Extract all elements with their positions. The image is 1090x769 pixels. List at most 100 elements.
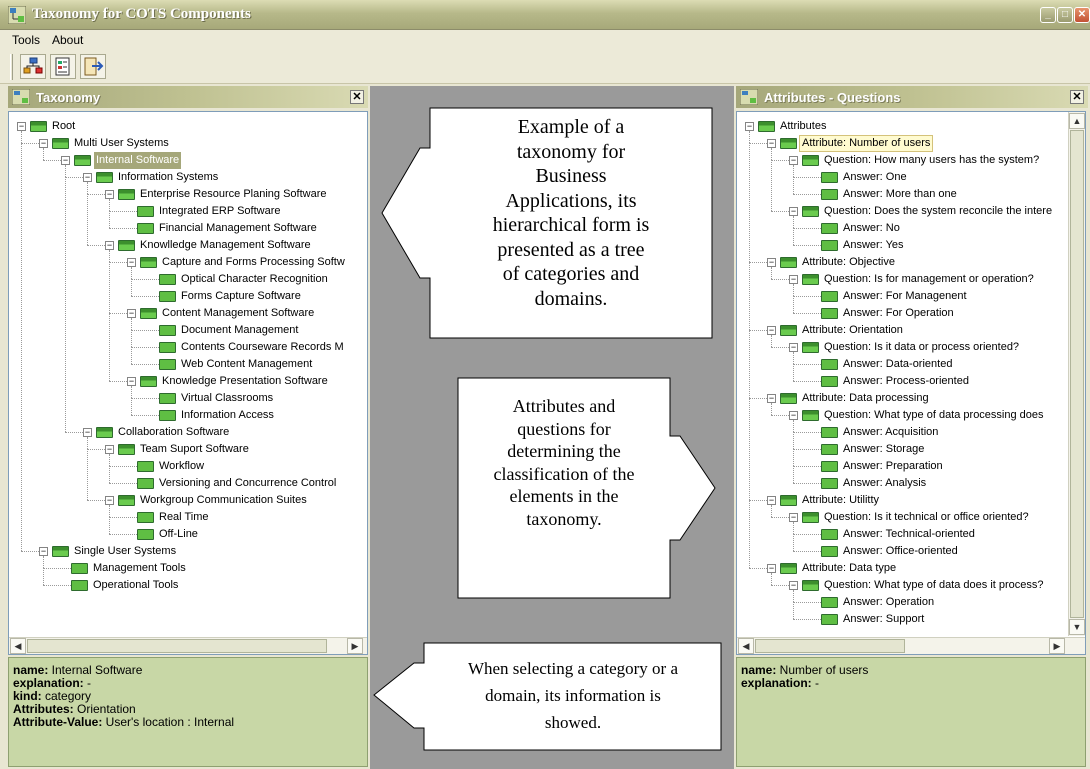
scroll-left-icon[interactable]: ◀	[738, 638, 754, 654]
tree-node-leaf[interactable]: Answer: More than one	[737, 186, 1067, 203]
collapse-icon[interactable]: −	[767, 564, 776, 573]
toolbar-grip[interactable]	[10, 54, 13, 80]
tree-node-label[interactable]: Internal Software	[94, 152, 182, 169]
tree-node-folder[interactable]: − Attribute: Orientation	[737, 322, 1067, 339]
close-button[interactable]: ✕	[1074, 7, 1090, 23]
tree-node-leaf[interactable]: Forms Capture Software	[9, 288, 367, 305]
tree-node-label[interactable]: Knowlledge Management Software	[140, 237, 311, 254]
tree-node-leaf[interactable]: Virtual Classrooms	[9, 390, 367, 407]
tree-node-label[interactable]: Team Suport Software	[140, 441, 249, 458]
scroll-right-icon[interactable]: ▶	[1049, 638, 1065, 654]
tree-node-label[interactable]: Answer: One	[843, 169, 907, 186]
tree-node-folder[interactable]: − Capture and Forms Processing Softw	[9, 254, 367, 271]
tree-node-label[interactable]: Answer: Preparation	[843, 458, 943, 475]
tree-node-leaf[interactable]: Answer: No	[737, 220, 1067, 237]
tree-node-label[interactable]: Answer: Yes	[843, 237, 904, 254]
tree-node-label[interactable]: Enterprise Resource Planing Software	[140, 186, 326, 203]
tree-node-label[interactable]: Web Content Management	[181, 356, 312, 373]
collapse-icon[interactable]: −	[127, 258, 136, 267]
tree-node-folder[interactable]: − Attribute: Number of users	[737, 135, 1067, 152]
tree-node-label[interactable]: Off-Line	[159, 526, 198, 543]
tree-node-label[interactable]: Question: What type of data does it proc…	[824, 577, 1044, 594]
tree-node-label[interactable]: Capture and Forms Processing Softw	[162, 254, 345, 271]
tree-node-leaf[interactable]: Answer: Preparation	[737, 458, 1067, 475]
minimize-button[interactable]: _	[1040, 7, 1056, 23]
menu-tools[interactable]: Tools	[12, 33, 40, 47]
tree-node-leaf[interactable]: Contents Courseware Records M	[9, 339, 367, 356]
tree-node-leaf[interactable]: Information Access	[9, 407, 367, 424]
tree-node-label[interactable]: Attribute: Data processing	[802, 390, 929, 407]
tree-node-leaf[interactable]: Web Content Management	[9, 356, 367, 373]
tree-node-label[interactable]: Information Systems	[118, 169, 218, 186]
tree-node-label[interactable]: Root	[52, 118, 75, 135]
collapse-icon[interactable]: −	[767, 394, 776, 403]
tree-node-leaf[interactable]: Answer: Data-oriented	[737, 356, 1067, 373]
tree-node-label[interactable]: Document Management	[181, 322, 298, 339]
tree-node-label[interactable]: Answer: Data-oriented	[843, 356, 952, 373]
tree-node-label[interactable]: Knowledge Presentation Software	[162, 373, 328, 390]
tree-node-label[interactable]: Attribute: Utilitty	[802, 492, 879, 509]
exit-button[interactable]	[80, 54, 106, 79]
tree-node-label[interactable]: Virtual Classrooms	[181, 390, 273, 407]
tree-node-label[interactable]: Answer: More than one	[843, 186, 957, 203]
collapse-icon[interactable]: −	[105, 496, 114, 505]
tree-node-label[interactable]: Attribute: Objective	[802, 254, 895, 271]
tree-node-label[interactable]: Multi User Systems	[74, 135, 169, 152]
collapse-icon[interactable]: −	[39, 139, 48, 148]
tree-node-folder[interactable]: − Attribute: Data type	[737, 560, 1067, 577]
tree-node-label[interactable]: Answer: Office-oriented	[843, 543, 958, 560]
collapse-icon[interactable]: −	[767, 326, 776, 335]
title-bar[interactable]: Taxonomy for COTS Components _ □ ✕	[0, 0, 1090, 30]
tree-node-folder[interactable]: − Multi User Systems	[9, 135, 367, 152]
tree-node-leaf[interactable]: Answer: One	[737, 169, 1067, 186]
tree-node-label[interactable]: Answer: No	[843, 220, 900, 237]
tree-node-folder[interactable]: − Workgroup Communication Suites	[9, 492, 367, 509]
tree-node-label[interactable]: Answer: Operation	[843, 594, 934, 611]
tree-node-label[interactable]: Answer: Technical-oriented	[843, 526, 975, 543]
taxonomy-tree-horizontal-scrollbar[interactable]: ◀ ▶	[9, 637, 367, 654]
tree-node-label[interactable]: Answer: Acquisition	[843, 424, 938, 441]
tree-node-folder[interactable]: − Attributes	[737, 118, 1067, 135]
attributes-tree-horizontal-scrollbar[interactable]: ◀ ▶	[737, 637, 1085, 654]
collapse-icon[interactable]: −	[105, 445, 114, 454]
tree-node-leaf[interactable]: Financial Management Software	[9, 220, 367, 237]
tree-node-label[interactable]: Workgroup Communication Suites	[140, 492, 307, 509]
tree-node-leaf[interactable]: Answer: Support	[737, 611, 1067, 628]
tree-node-label[interactable]: Operational Tools	[93, 577, 178, 594]
maximize-button[interactable]: □	[1057, 7, 1073, 23]
collapse-icon[interactable]: −	[789, 275, 798, 284]
tree-node-folder[interactable]: − Enterprise Resource Planing Software	[9, 186, 367, 203]
collapse-icon[interactable]: −	[105, 190, 114, 199]
tree-node-label[interactable]: Real Time	[159, 509, 209, 526]
scroll-thumb[interactable]	[27, 639, 327, 653]
tree-node-folder[interactable]: − Information Systems	[9, 169, 367, 186]
tree-node-label[interactable]: Answer: Support	[843, 611, 924, 628]
tree-node-leaf[interactable]: Answer: Storage	[737, 441, 1067, 458]
tree-node-leaf[interactable]: Optical Character Recognition	[9, 271, 367, 288]
tree-node-label[interactable]: Attributes	[780, 118, 826, 135]
tree-node-leaf[interactable]: Answer: Office-oriented	[737, 543, 1067, 560]
tree-node-leaf[interactable]: Answer: Process-oriented	[737, 373, 1067, 390]
tree-node-leaf[interactable]: Integrated ERP Software	[9, 203, 367, 220]
collapse-icon[interactable]: −	[789, 207, 798, 216]
tree-node-leaf[interactable]: Answer: Operation	[737, 594, 1067, 611]
collapse-icon[interactable]: −	[83, 173, 92, 182]
tree-node-label[interactable]: Versioning and Concurrence Control	[159, 475, 336, 492]
tree-node-folder[interactable]: − Internal Software	[9, 152, 367, 169]
tree-node-label[interactable]: Information Access	[181, 407, 274, 424]
tree-node-label[interactable]: Attribute: Orientation	[802, 322, 903, 339]
tree-node-leaf[interactable]: Versioning and Concurrence Control	[9, 475, 367, 492]
taxonomy-tree[interactable]: Operational Tools Management Tools − Single…	[8, 111, 368, 655]
tree-node-folder[interactable]: − Content Management Software	[9, 305, 367, 322]
menu-about[interactable]: About	[52, 33, 83, 47]
tree-node-label[interactable]: Question: Is it data or process oriented…	[824, 339, 1019, 356]
tree-node-label[interactable]: Contents Courseware Records M	[181, 339, 344, 356]
tree-node-folder[interactable]: − Attribute: Data processing	[737, 390, 1067, 407]
tree-node-folder[interactable]: − Team Suport Software	[9, 441, 367, 458]
collapse-icon[interactable]: −	[61, 156, 70, 165]
tree-node-label[interactable]: Collaboration Software	[118, 424, 229, 441]
taxonomy-panel-close-icon[interactable]: ✕	[350, 90, 364, 104]
collapse-icon[interactable]: −	[745, 122, 754, 131]
tree-node-folder[interactable]: − Attribute: Objective	[737, 254, 1067, 271]
tree-node-label[interactable]: Question: How many users has the system?	[824, 152, 1039, 169]
